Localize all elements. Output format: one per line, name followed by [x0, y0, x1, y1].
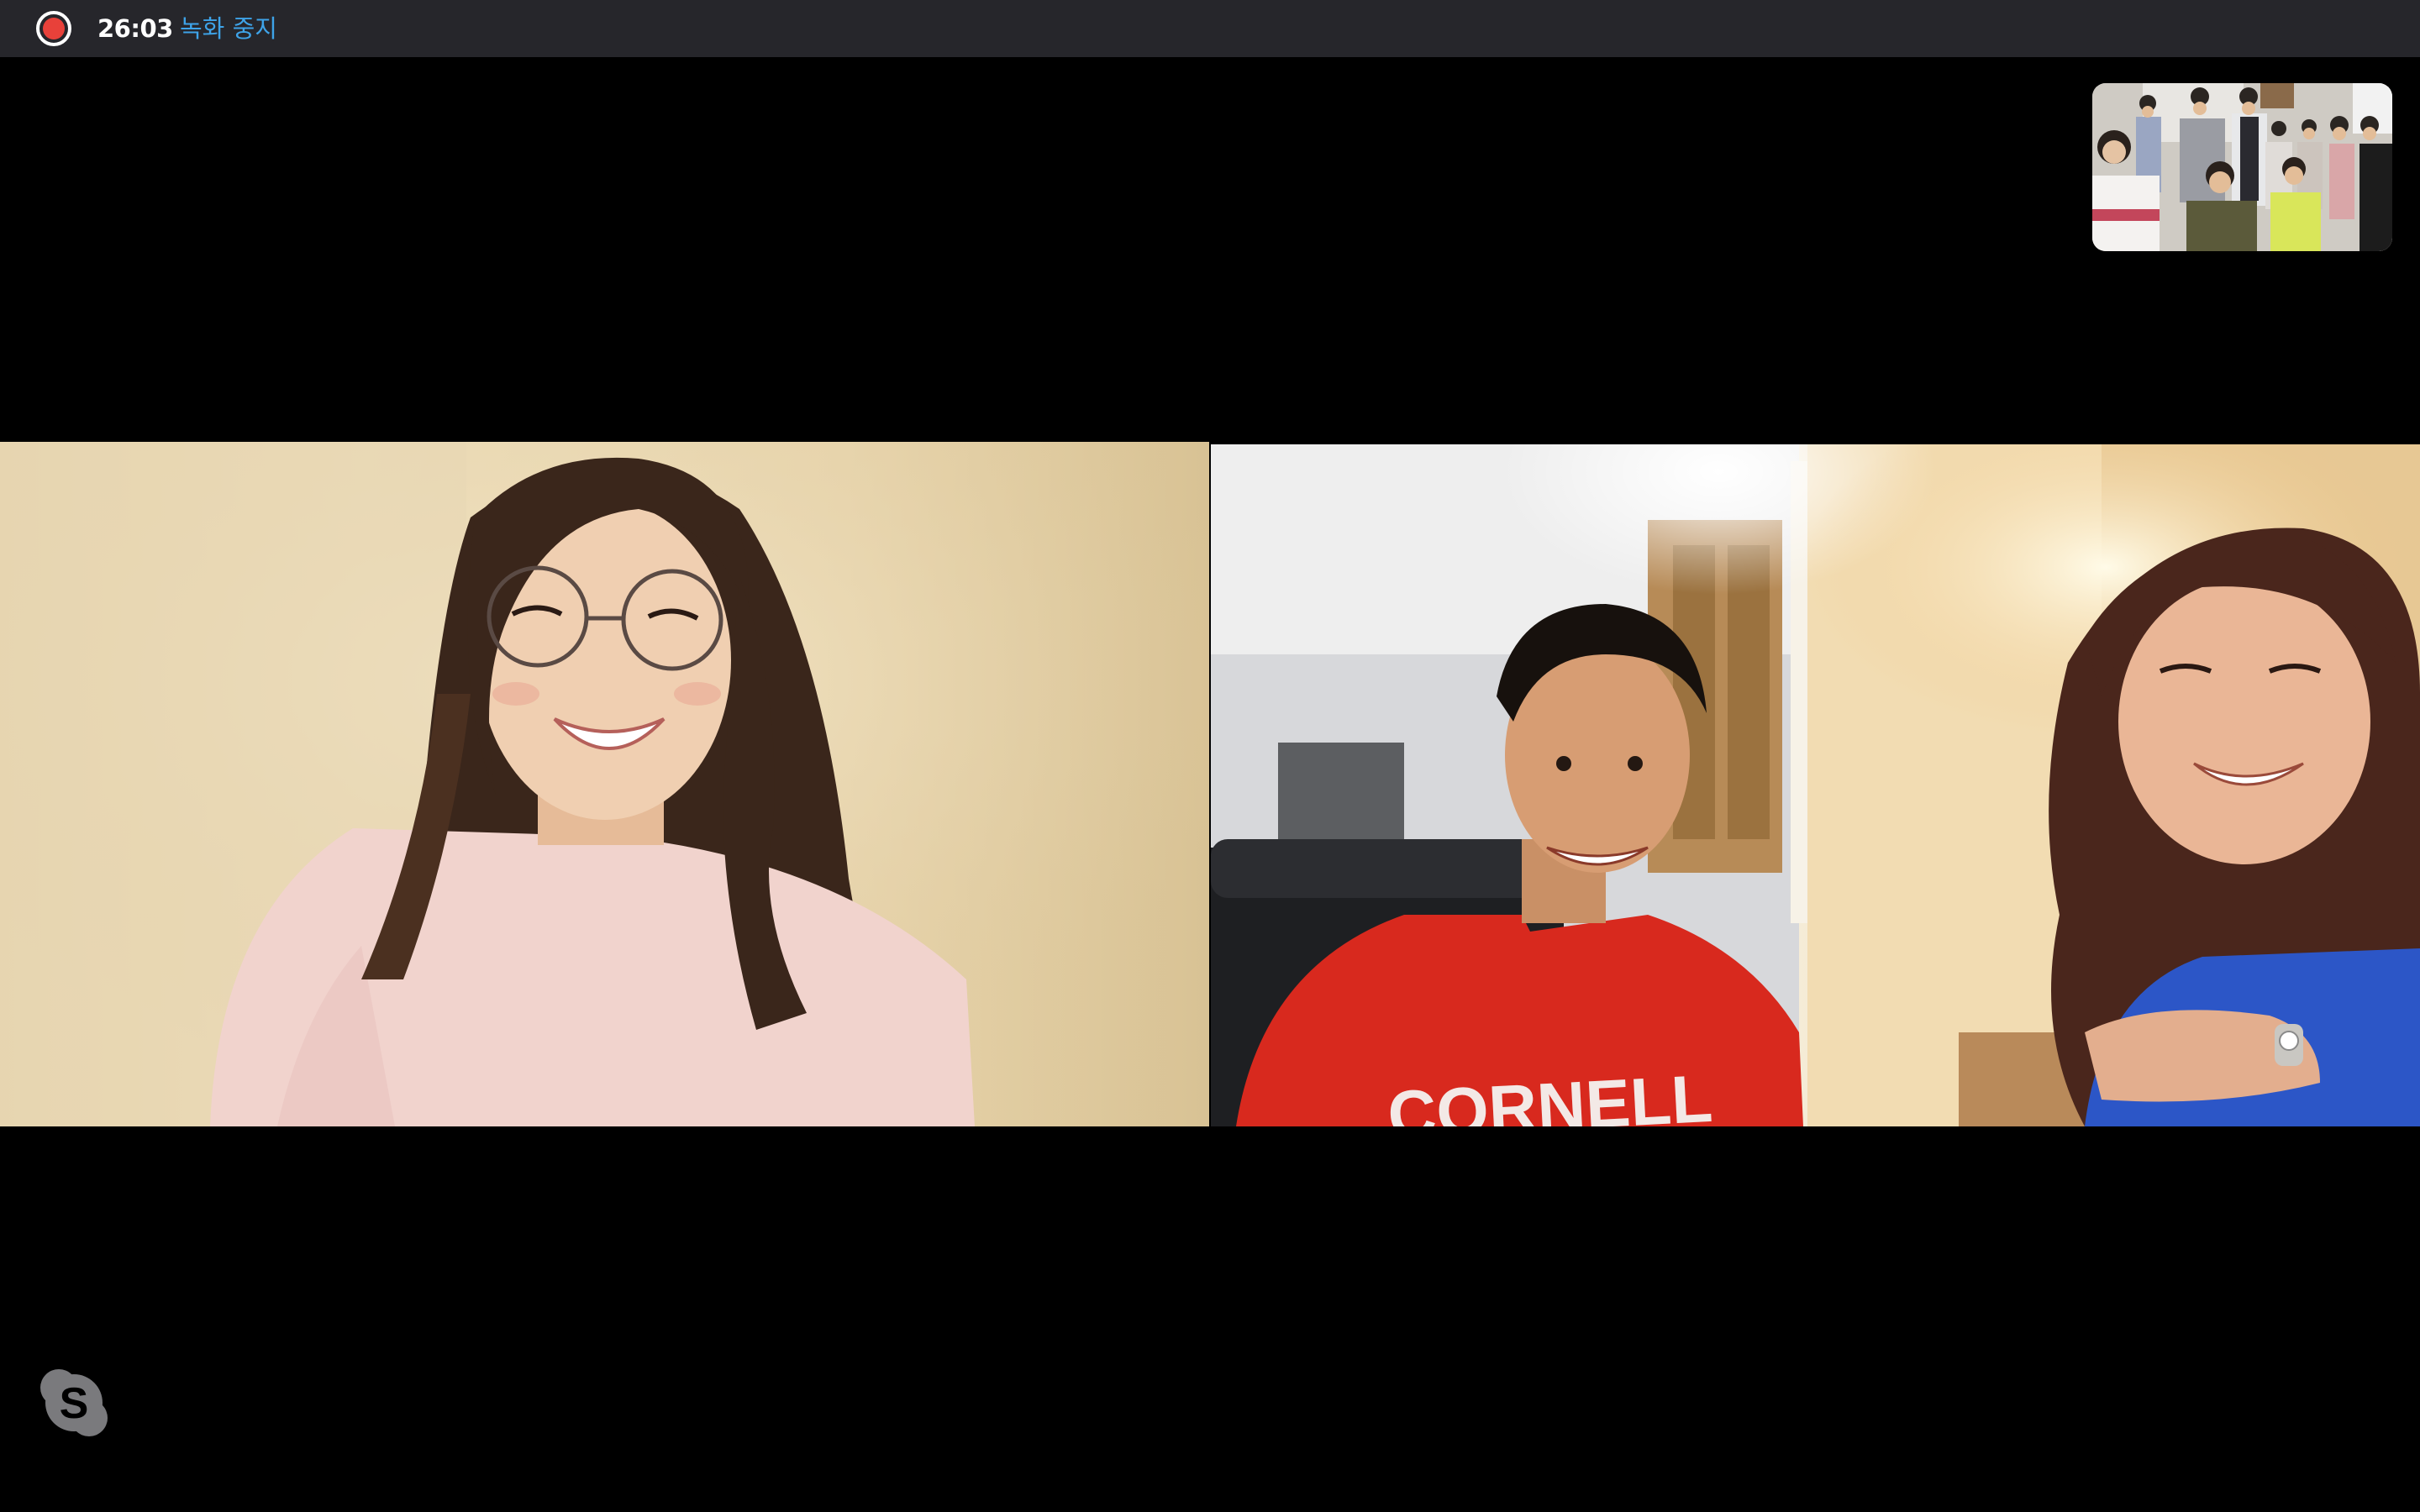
skype-icon: S: [40, 1369, 108, 1436]
participant-left-video-feed: [0, 442, 1209, 1126]
svg-text:S: S: [60, 1379, 89, 1428]
participant-right-video-feed: CORNELL: [1211, 444, 2420, 1126]
stop-recording-button[interactable]: 녹화 중지: [180, 13, 277, 45]
record-indicator-icon: [36, 11, 71, 46]
participant-video-right[interactable]: CORNELL: [1211, 444, 2420, 1126]
recording-timer: 26:03: [97, 14, 173, 43]
self-video-preview[interactable]: [2092, 83, 2392, 251]
record-dot: [43, 18, 65, 39]
recording-bar: 26:03 녹화 중지: [0, 0, 2420, 57]
participant-video-left[interactable]: [0, 442, 1209, 1126]
group-photo-video-feed: [2092, 83, 2392, 251]
